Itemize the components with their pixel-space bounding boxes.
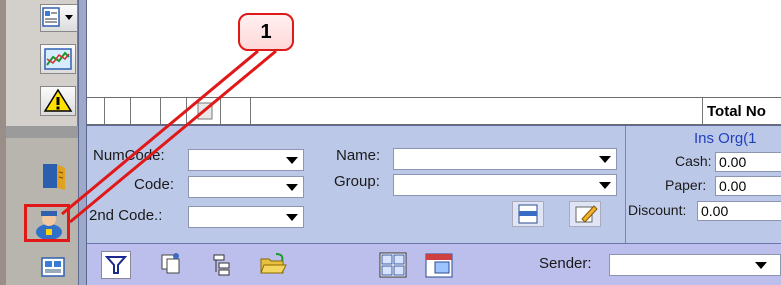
app-window: Total No NumCode: Code: 2nd Code.: Name:… bbox=[0, 0, 781, 285]
callout-number: 1 bbox=[260, 21, 272, 43]
annotation-callout: 1 bbox=[238, 13, 294, 51]
annotation-highlight-box bbox=[24, 204, 70, 242]
annotation-arrow bbox=[61, 49, 277, 224]
